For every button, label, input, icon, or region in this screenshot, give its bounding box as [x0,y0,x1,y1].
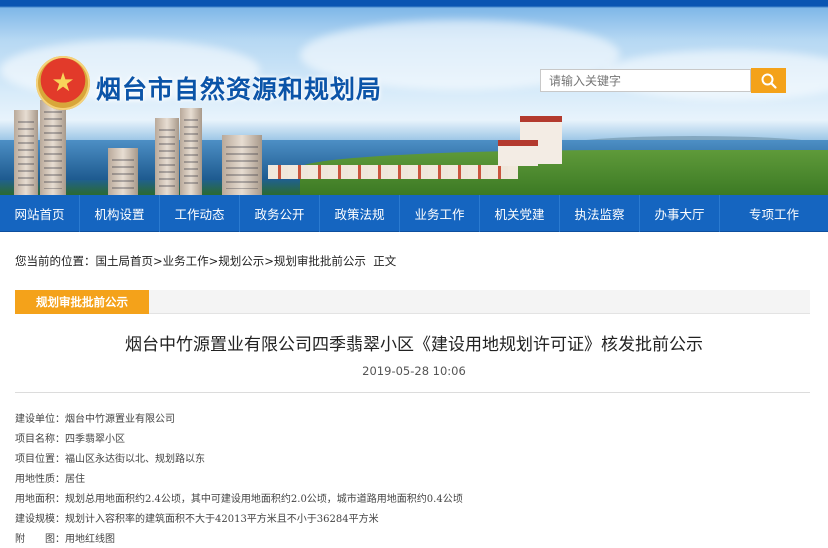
breadcrumb-item-business[interactable]: 业务工作 [163,254,209,268]
article-title: 烟台中竹源置业有限公司四季翡翠小区《建设用地规划许可证》核发批前公示 [125,335,703,355]
banner-building [40,100,66,195]
nav-item-party-building[interactable]: 机关党建 [480,195,560,232]
detail-row-land-use: 用地性质：居住 [15,470,463,490]
banner-houses [268,165,518,179]
header-banner: ★ 烟台市自然资源和规划局 [0,0,828,195]
nav-item-work-news[interactable]: 工作动态 [160,195,240,232]
breadcrumb-item-planning-notice[interactable]: 规划公示 [218,254,264,268]
detail-row-land-area: 用地面积：规划总用地面积约2.4公顷，其中可建设用地面积约2.0公顷，城市道路用… [15,490,463,510]
detail-value: 规划计入容积率的建筑面积不大于42013平方米且不小于36284平方米 [65,514,379,525]
nav-item-business[interactable]: 业务工作 [400,195,480,232]
search-icon [761,73,777,89]
detail-value: 用地红线图 [65,534,115,545]
nav-item-government-affairs[interactable]: 政务公开 [240,195,320,232]
nav-item-law-enforcement[interactable]: 执法监察 [560,195,640,232]
breadcrumb-current: 正文 [373,254,397,268]
detail-label: 附 图： [15,534,65,545]
detail-value: 居住 [65,474,85,485]
detail-value: 烟台中竹源置业有限公司 [65,414,175,425]
nav-item-policies[interactable]: 政策法规 [320,195,400,232]
divider [15,392,810,393]
section-bar: 规划审批批前公示 [15,290,810,314]
nav-item-special-work[interactable]: 专项工作 [720,195,828,232]
site-title: 烟台市自然资源和规划局 [96,75,383,104]
detail-label: 项目位置： [15,454,65,465]
section-tag: 规划审批批前公示 [15,290,149,314]
breadcrumb-separator: > [208,254,219,268]
detail-value: 四季翡翠小区 [65,434,125,445]
nav-item-home[interactable]: 网站首页 [0,195,80,232]
detail-row-developer: 建设单位：烟台中竹源置业有限公司 [15,410,463,430]
breadcrumb-item-pre-approval-notice[interactable]: 规划审批批前公示 [274,254,366,268]
article-details: 建设单位：烟台中竹源置业有限公司 项目名称：四季翡翠小区 项目位置：福山区永达街… [15,410,463,548]
breadcrumb-prefix: 您当前的位置： [15,254,96,268]
main-nav: 网站首页 机构设置 工作动态 政务公开 政策法规 业务工作 机关党建 执法监察 … [0,195,828,232]
search-input[interactable] [540,69,751,92]
banner-building [222,135,262,195]
detail-label: 建设单位： [15,414,65,425]
nav-item-organization[interactable]: 机构设置 [80,195,160,232]
detail-row-location: 项目位置：福山区永达街以北、规划路以东 [15,450,463,470]
detail-row-scale: 建设规模：规划计入容积率的建筑面积不大于42013平方米且不小于36284平方米 [15,510,463,530]
detail-label: 用地面积： [15,494,65,505]
detail-label: 用地性质： [15,474,65,485]
detail-label: 项目名称： [15,434,65,445]
banner-building [14,110,38,195]
nav-item-service-hall[interactable]: 办事大厅 [640,195,720,232]
banner-building [180,108,202,195]
detail-value: 规划总用地面积约2.4公顷，其中可建设用地面积约2.0公顷，城市道路用地面积约0… [65,494,463,505]
detail-row-attachment: 附 图：用地红线图 [15,530,463,548]
national-emblem-icon: ★ [36,56,90,110]
detail-value: 福山区永达街以北、规划路以东 [65,454,205,465]
banner-hotel [498,140,538,166]
article-date: 2019-05-28 10:06 [362,364,466,378]
breadcrumb-item-home[interactable]: 国土局首页 [96,254,154,268]
detail-row-project-name: 项目名称：四季翡翠小区 [15,430,463,450]
banner-building [155,118,179,195]
search-button[interactable] [751,68,786,93]
breadcrumb-separator: > [264,254,274,268]
breadcrumb: 您当前的位置：国土局首页>业务工作>规划公示>规划审批批前公示 正文 [15,253,396,269]
breadcrumb-separator: > [153,254,163,268]
banner-building [108,148,138,195]
detail-label: 建设规模： [15,514,65,525]
